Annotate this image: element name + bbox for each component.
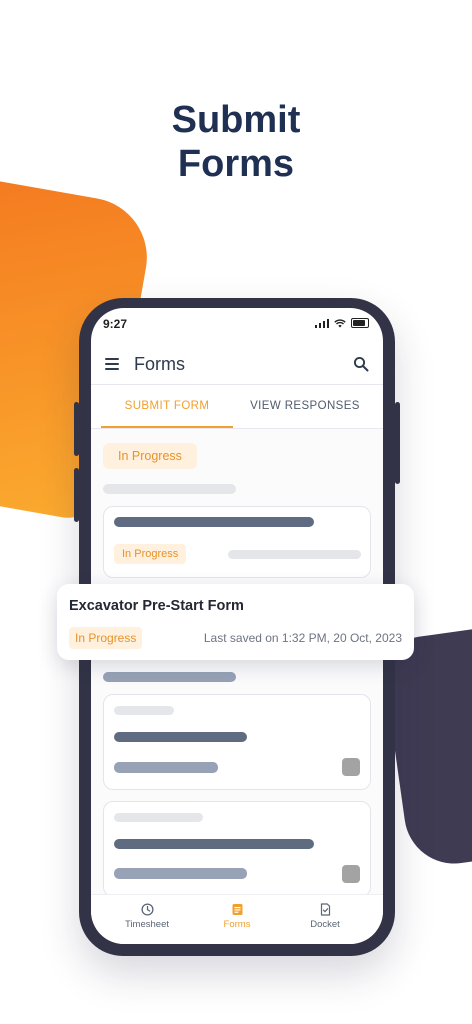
app-title: Forms: [134, 354, 185, 374]
status-bar: 9:27: [91, 308, 383, 338]
form-card-title: Excavator Pre-Start Form: [69, 598, 244, 614]
attachment-icon: [342, 865, 360, 883]
search-icon[interactable]: [353, 356, 369, 372]
phone-power-button: [395, 402, 400, 484]
clock-icon: [140, 903, 154, 916]
placeholder-line: [114, 762, 218, 773]
hamburger-menu-icon[interactable]: [105, 358, 119, 370]
list-item[interactable]: In Progress: [103, 506, 371, 578]
nav-label: Forms: [223, 919, 251, 930]
wifi-icon: [334, 318, 346, 327]
tab-bar: SUBMIT FORM VIEW RESPONSES: [91, 392, 383, 428]
nav-forms[interactable]: Forms: [197, 903, 277, 930]
placeholder-line: [114, 706, 174, 715]
placeholder-line: [114, 839, 314, 849]
status-badge: In Progress: [114, 544, 187, 564]
placeholder-line: [114, 868, 247, 879]
form-card-excavator[interactable]: Excavator Pre-Start Form In Progress Las…: [57, 584, 414, 660]
attachment-icon: [342, 758, 360, 776]
tab-view-responses[interactable]: VIEW RESPONSES: [239, 400, 371, 412]
placeholder-line: [103, 672, 236, 682]
status-badge: In Progress: [103, 443, 197, 469]
tab-submit-form[interactable]: SUBMIT FORM: [101, 400, 233, 412]
app-bar: Forms: [91, 348, 383, 384]
placeholder-line: [228, 550, 361, 559]
placeholder-line: [103, 484, 236, 494]
bottom-navigation: Timesheet Forms Docket: [91, 894, 383, 944]
document-check-icon: [320, 903, 330, 916]
list-item[interactable]: [103, 694, 371, 790]
nav-label: Timesheet: [125, 919, 169, 930]
status-icons: [314, 318, 369, 328]
status-time: 9:27: [103, 317, 128, 331]
placeholder-line: [114, 732, 247, 742]
list-item[interactable]: [103, 801, 371, 897]
last-saved-text: Last saved on 1:32 PM, 20 Oct, 2023: [203, 631, 402, 645]
nav-docket[interactable]: Docket: [285, 903, 365, 930]
headline: Submit Forms: [0, 98, 472, 186]
placeholder-line: [114, 517, 314, 527]
placeholder-line: [114, 813, 203, 822]
nav-timesheet[interactable]: Timesheet: [107, 903, 187, 930]
phone-volume-up: [74, 402, 79, 456]
nav-label: Docket: [310, 919, 340, 930]
phone-volume-down: [74, 468, 79, 522]
form-list: In Progress In Progress: [91, 429, 383, 899]
headline-line-2: Forms: [177, 143, 295, 185]
battery-icon: [351, 318, 369, 328]
status-badge: In Progress: [69, 627, 143, 649]
headline-line-1: Submit: [171, 99, 301, 141]
app-bar-divider: [91, 384, 383, 385]
form-icon: [232, 904, 242, 915]
signal-icon: [314, 318, 329, 328]
